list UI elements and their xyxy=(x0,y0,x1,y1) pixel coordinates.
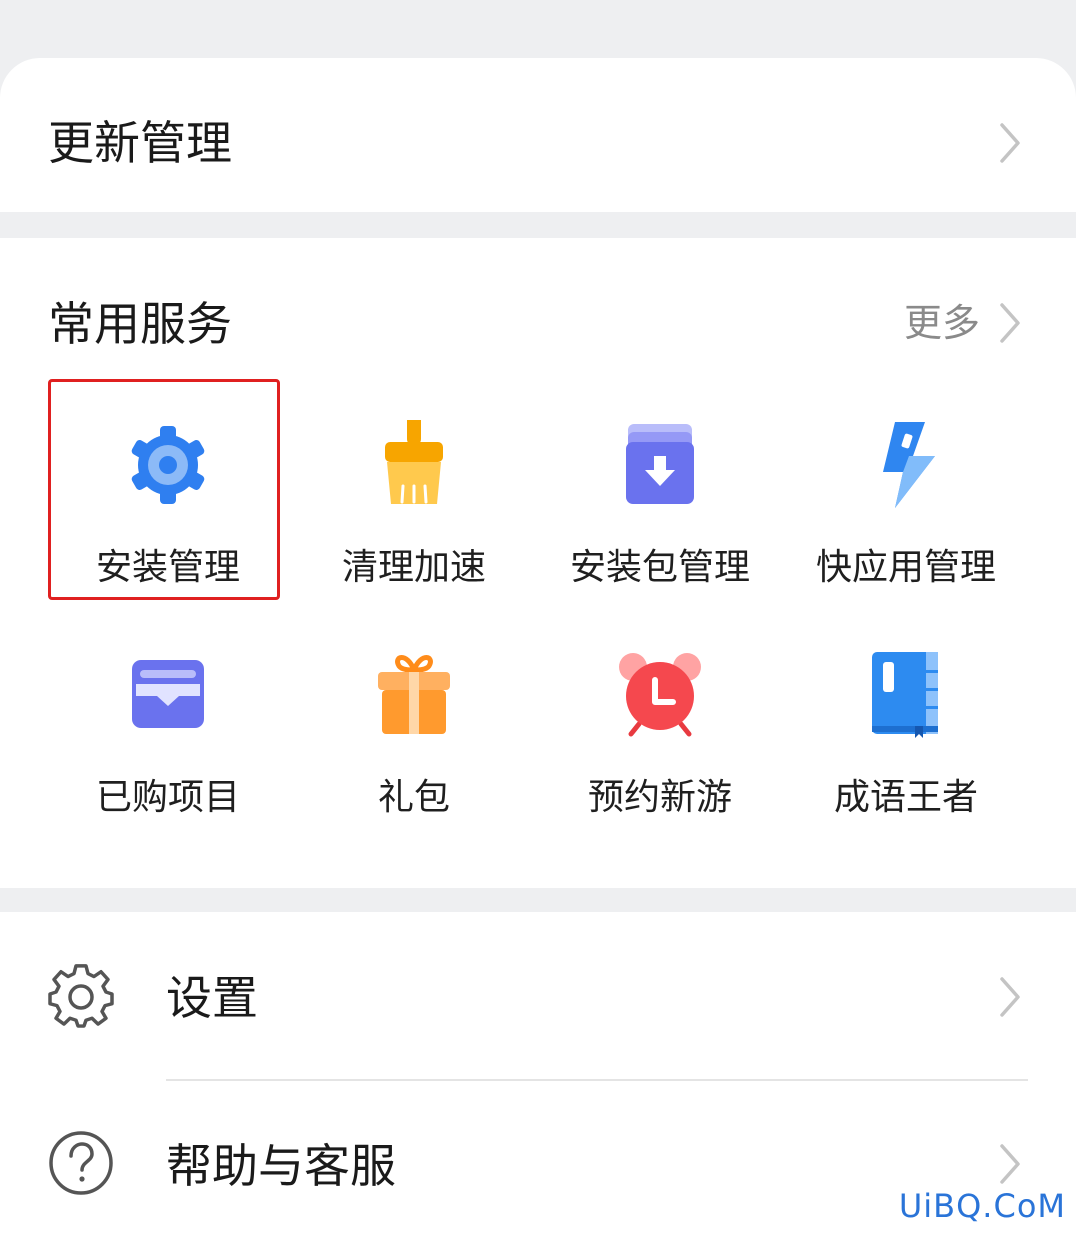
service-idiom-king[interactable]: 成语王者 xyxy=(783,650,1029,820)
settings-title: 设置 xyxy=(166,971,258,1025)
divider xyxy=(166,1079,1028,1081)
service-purchased-items[interactable]: 已购项目 xyxy=(45,650,291,820)
more-link[interactable]: 更多 xyxy=(904,300,980,346)
more-chevron-icon[interactable] xyxy=(996,301,1024,345)
question-icon xyxy=(48,1130,114,1196)
service-label: 已购项目 xyxy=(95,777,240,818)
settings-gear-icon xyxy=(48,964,114,1030)
common-services-title: 常用服务 xyxy=(48,297,232,351)
gift-icon xyxy=(369,650,459,740)
service-quick-app-management[interactable]: 快应用管理 xyxy=(783,420,1029,590)
update-management-title: 更新管理 xyxy=(48,116,232,170)
service-label: 礼包 xyxy=(377,777,450,818)
watermark-text: UiBQ.CoM xyxy=(898,1187,1066,1225)
brush-icon xyxy=(369,420,459,510)
bottom-menu-card: 设置 帮助与客服 UiBQ.CoM xyxy=(0,912,1076,1233)
service-label: 快应用管理 xyxy=(815,547,996,588)
package-download-icon xyxy=(615,420,705,510)
chevron-right-icon xyxy=(996,975,1024,1019)
service-reserve-new-games[interactable]: 预约新游 xyxy=(537,650,783,820)
alarm-clock-icon xyxy=(615,650,705,740)
service-clean-accelerate[interactable]: 清理加速 xyxy=(291,420,537,590)
install-management-highlight-box xyxy=(48,379,280,600)
wallet-icon xyxy=(123,650,213,740)
book-icon xyxy=(861,650,951,740)
service-label: 成语王者 xyxy=(833,777,978,818)
chevron-right-icon xyxy=(996,1142,1024,1186)
service-gift-pack[interactable]: 礼包 xyxy=(291,650,537,820)
service-package-management[interactable]: 安装包管理 xyxy=(537,420,783,590)
common-services-card: 常用服务 更多 安装管理 清理加速 安装包管理 快应用管理 已购项目 礼包 预约… xyxy=(0,238,1076,888)
update-management-row[interactable]: 更新管理 xyxy=(0,58,1076,212)
lightning-icon xyxy=(861,420,951,510)
chevron-right-icon xyxy=(996,121,1024,165)
service-label: 安装包管理 xyxy=(569,547,750,588)
service-label: 清理加速 xyxy=(341,547,486,588)
help-and-support-title: 帮助与客服 xyxy=(166,1139,396,1193)
service-label: 预约新游 xyxy=(587,777,732,818)
